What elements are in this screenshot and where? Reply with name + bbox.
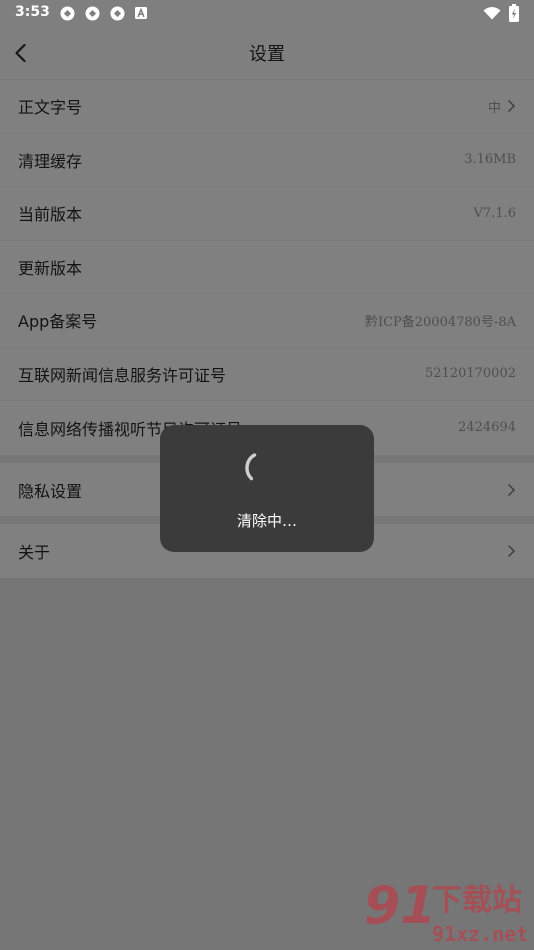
- watermark-name: 下载站: [432, 883, 522, 918]
- settings-row-current-version[interactable]: 当前版本 V7.1.6: [0, 187, 534, 241]
- toolbar: 设置: [0, 26, 534, 80]
- a-notification-icon: [135, 7, 147, 19]
- watermark-logo: 91: [364, 876, 437, 936]
- status-time: 3:53: [15, 4, 50, 20]
- row-right: 52120170002: [425, 366, 516, 381]
- row-label: 当前版本: [18, 205, 83, 225]
- app-notification-icon: [60, 6, 75, 21]
- row-value: V7.1.6: [473, 205, 516, 221]
- row-right: V7.1.6: [474, 206, 516, 221]
- row-right: [501, 544, 516, 558]
- row-value: 中: [487, 100, 501, 116]
- row-label: 正文字号: [18, 98, 83, 118]
- settings-row-update-version[interactable]: 更新版本: [0, 241, 534, 294]
- row-label: 隐私设置: [18, 481, 83, 501]
- loading-toast: 清除中…: [160, 425, 374, 552]
- settings-row-clear-cache[interactable]: 清理缓存 3.16MB: [0, 134, 534, 187]
- status-bar: 3:53: [0, 0, 534, 26]
- settings-row-font-size[interactable]: 正文字号 中: [0, 80, 534, 134]
- row-right: [501, 483, 516, 497]
- row-label: App备案号: [18, 312, 98, 332]
- page-title: 设置: [249, 44, 285, 65]
- row-value: 3.16MB: [464, 152, 516, 168]
- app-notification-icon: [110, 6, 125, 21]
- row-label: 关于: [18, 543, 51, 562]
- chevron-right-icon: [508, 483, 515, 496]
- row-value: 52120170002: [425, 366, 516, 382]
- chevron-right-icon: [508, 545, 515, 557]
- row-value: 2424694: [458, 420, 516, 436]
- battery-charging-icon: [509, 4, 519, 22]
- row-right: 2424694: [458, 420, 516, 435]
- settings-group-general: 正文字号 中 清理缓存 3.16MB 当前版本 V7.1.6 更新版本 App备…: [0, 80, 534, 455]
- wifi-icon: [483, 7, 501, 20]
- toast-message: 清除中…: [236, 512, 297, 530]
- chevron-right-icon: [508, 100, 515, 113]
- row-value: 黔ICP备20004780号-8A: [364, 314, 516, 330]
- settings-row-news-license: 互联网新闻信息服务许可证号 52120170002: [0, 348, 534, 401]
- row-label: 清理缓存: [18, 151, 83, 171]
- row-right: 中: [488, 97, 516, 116]
- watermark-url: 91xz.net: [432, 922, 529, 946]
- row-right: 3.16MB: [464, 152, 516, 167]
- row-label: 互联网新闻信息服务许可证号: [18, 365, 227, 385]
- row-label: 更新版本: [18, 258, 83, 278]
- row-right: 黔ICP备20004780号-8A: [365, 311, 516, 330]
- app-notification-icon: [85, 6, 100, 21]
- settings-row-app-filing-number[interactable]: App备案号 黔ICP备20004780号-8A: [0, 294, 534, 348]
- loading-spinner-icon: [245, 453, 257, 481]
